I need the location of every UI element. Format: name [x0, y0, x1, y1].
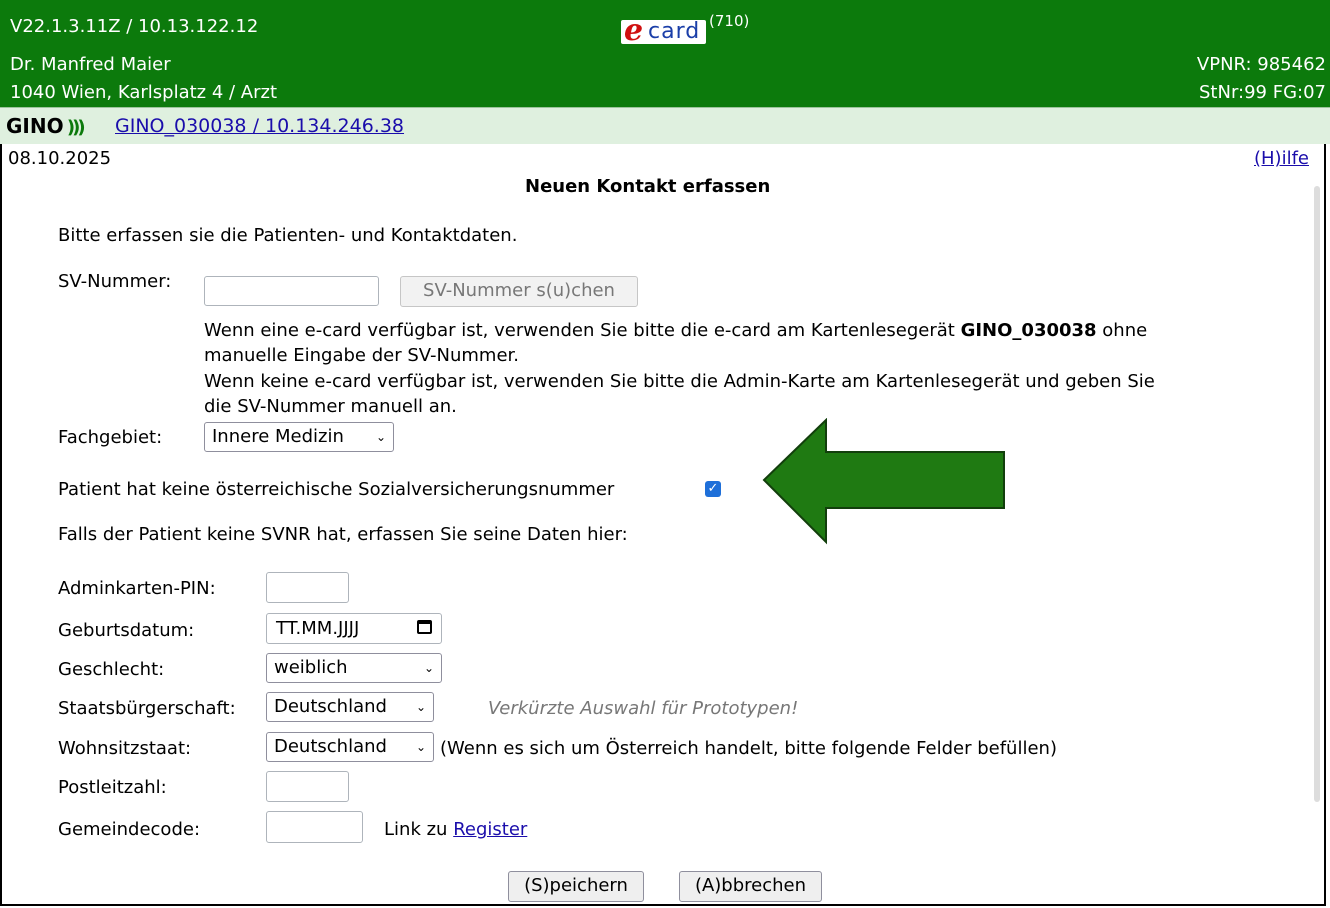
residence-value: Deutschland [274, 736, 387, 757]
sv-info-line3: Wenn keine e-card verfügbar ist, verwend… [204, 371, 1155, 392]
admin-pin-input[interactable] [266, 572, 349, 603]
zip-label: Postleitzahl: [58, 777, 167, 798]
gender-select[interactable]: weiblich ⌄ [266, 653, 442, 683]
gender-value: weiblich [274, 657, 348, 678]
scrollbar[interactable] [1314, 186, 1320, 802]
register-link[interactable]: Register [453, 819, 527, 840]
citizenship-value: Deutschland [274, 696, 387, 717]
ecard-logo-card: card [648, 20, 701, 44]
sv-number-input[interactable] [204, 276, 379, 306]
register-link-line: Link zu Register [384, 819, 527, 840]
birth-date-placeholder: TT.MM.JJJJ [276, 618, 360, 639]
sv-search-button[interactable]: SV-Nummer s(u)chen [400, 276, 638, 307]
sv-info-text: Wenn eine e-card verfügbar ist, verwende… [204, 320, 961, 341]
gino-device-link[interactable]: GINO_030038 / 10.134.246.38 [115, 115, 404, 137]
ecard-logo-e: e [624, 20, 644, 44]
app-header: V22.1.3.11Z / 10.13.122.12 Dr. Manfred M… [0, 0, 1330, 107]
doctor-address: 1040 Wien, Karlsplatz 4 / Arzt [10, 82, 278, 103]
version-info: V22.1.3.11Z / 10.13.122.12 [10, 16, 259, 37]
chevron-down-icon: ⌄ [415, 700, 426, 714]
cancel-button[interactable]: (A)bbrechen [679, 871, 822, 902]
residence-select[interactable]: Deutschland ⌄ [266, 732, 434, 762]
gino-logo-text: GINO [6, 114, 64, 138]
chevron-down-icon: ⌄ [415, 740, 426, 754]
municipality-input[interactable] [266, 811, 363, 843]
calendar-icon[interactable] [417, 620, 432, 634]
fachgebiet-select[interactable]: Innere Medizin ⌄ [204, 422, 394, 452]
citizenship-select[interactable]: Deutschland ⌄ [266, 692, 434, 722]
register-prefix: Link zu [384, 819, 448, 840]
signal-waves-icon: ))) [63, 117, 86, 138]
current-date: 08.10.2025 [8, 148, 112, 169]
sv-info-text-end: ohne [1096, 320, 1148, 341]
chevron-down-icon: ⌄ [423, 661, 434, 675]
citizenship-hint: Verkürzte Auswahl für Prototypen! [488, 698, 799, 719]
save-button[interactable]: (S)peichern [508, 871, 644, 902]
sv-info-line1: Wenn eine e-card verfügbar ist, verwende… [204, 320, 1147, 341]
ecard-logo: e card [621, 20, 706, 44]
doctor-name: Dr. Manfred Maier [10, 54, 171, 75]
residence-hint: (Wenn es sich um Österreich handelt, bit… [440, 738, 1057, 759]
fachgebiet-value: Innere Medizin [212, 426, 344, 447]
page-title: Neuen Kontakt erfassen [525, 176, 771, 197]
gender-label: Geschlecht: [58, 659, 165, 680]
municipality-label: Gemeindecode: [58, 819, 201, 840]
no-svnr-label: Patient hat keine österreichische Sozial… [58, 479, 615, 500]
birth-date-input[interactable]: TT.MM.JJJJ [266, 613, 442, 644]
no-svnr-checkbox[interactable]: ✓ [705, 481, 721, 497]
residence-label: Wohnsitzstaat: [58, 738, 192, 759]
annotation-arrow [762, 418, 1005, 545]
sv-info-line2: manuelle Eingabe der SV-Nummer. [204, 345, 519, 366]
zip-input[interactable] [266, 771, 349, 802]
chevron-down-icon: ⌄ [375, 430, 386, 444]
stnr: StNr:99 FG:07 [1199, 82, 1326, 103]
fachgebiet-label: Fachgebiet: [58, 427, 163, 448]
vpnr: VPNR: 985462 [1196, 54, 1326, 75]
gino-bar: GINO ))) GINO_030038 / 10.134.246.38 [0, 107, 1330, 144]
card-reader-name: GINO_030038 [960, 320, 1097, 341]
ecard-count: (710) [709, 12, 750, 30]
gino-logo: GINO ))) [6, 114, 86, 138]
intro-text: Bitte erfassen sie die Patienten- und Ko… [58, 225, 518, 246]
no-svnr-hint: Falls der Patient keine SVNR hat, erfass… [58, 524, 628, 545]
citizenship-label: Staatsbürgerschaft: [58, 698, 236, 719]
admin-pin-label: Adminkarten-PIN: [58, 578, 216, 599]
sv-info-line4: die SV-Nummer manuell an. [204, 396, 457, 417]
help-link[interactable]: (H)ilfe [1254, 148, 1309, 169]
birth-date-label: Geburtsdatum: [58, 620, 195, 641]
sv-number-label: SV-Nummer: [58, 271, 172, 292]
